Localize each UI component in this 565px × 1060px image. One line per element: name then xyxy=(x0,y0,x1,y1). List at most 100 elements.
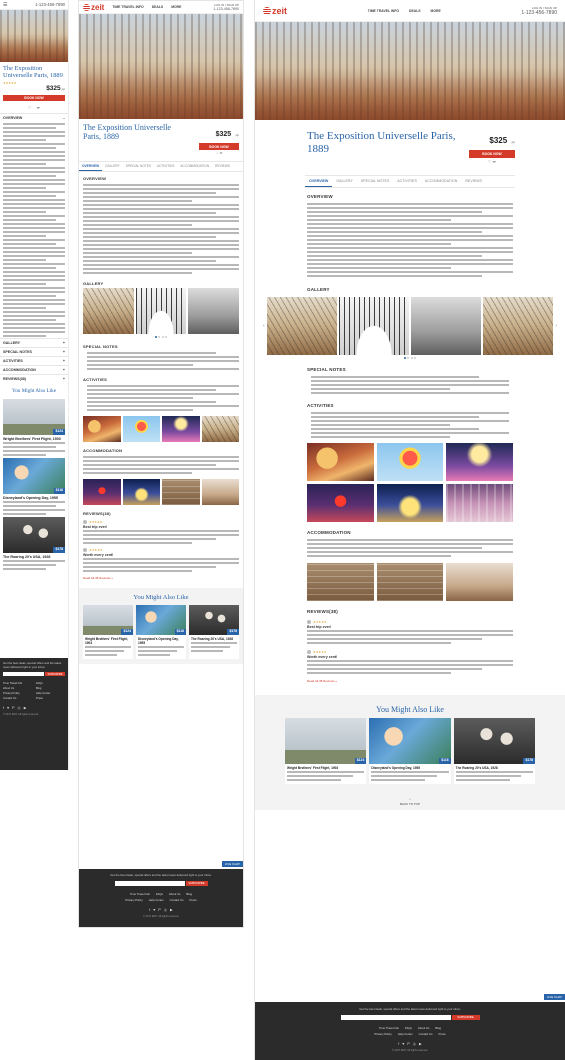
accordion-activities[interactable]: ACTIVITIES + xyxy=(0,355,68,365)
heart-icon[interactable]: ♥ xyxy=(7,706,9,710)
gallery-carousel[interactable] xyxy=(79,288,243,334)
zeit-logo[interactable]: zeit xyxy=(263,6,287,16)
footer-link[interactable]: Contact Us xyxy=(3,697,32,700)
nav-time-travel-info[interactable]: TIME TRAVEL INFO xyxy=(112,5,143,9)
youtube-icon[interactable]: ▶ xyxy=(419,1042,422,1046)
read-all-reviews-link[interactable]: Read All 38 Reviews » xyxy=(307,677,513,685)
gallery-image[interactable] xyxy=(266,297,337,355)
subscribe-button[interactable]: SUBSCRIBE xyxy=(185,880,208,886)
suggestion-card[interactable]: $116 Disneyland's Opening Day, 1955 xyxy=(369,718,451,784)
suggestion-card[interactable]: $178 The Roaring 20's USA, 1928 xyxy=(453,718,535,784)
book-now-button[interactable]: BOOK NOW xyxy=(3,94,65,101)
heart-icon[interactable]: ♡ xyxy=(28,105,32,110)
footer-link[interactable]: Blog xyxy=(186,892,192,896)
facebook-icon[interactable]: f xyxy=(398,1042,399,1046)
youtube-icon[interactable]: ▶ xyxy=(170,908,173,912)
email-field[interactable] xyxy=(114,880,185,886)
suggestion-card[interactable]: $178 The Roaring 20's USA, 1928 xyxy=(3,516,65,570)
suggestion-card[interactable]: $178 The Roaring 20's USA, 1928 xyxy=(189,605,239,659)
read-all-reviews-link[interactable]: Read All 38 Reviews » xyxy=(79,574,243,582)
footer-link[interactable]: Help Center xyxy=(36,692,65,695)
suggestion-card[interactable]: $124 Wright Brothers' First Flight, 1903 xyxy=(3,398,65,456)
activity-image[interactable] xyxy=(307,484,374,522)
tab-accommodation[interactable]: ACCOMMODATION xyxy=(421,176,461,187)
suggestion-card[interactable]: $124 Wright Brothers' First Flight, 1903 xyxy=(285,718,367,784)
footer-link[interactable]: Press xyxy=(36,697,65,700)
accommodation-image[interactable] xyxy=(307,563,374,601)
tab-reviews[interactable]: REVIEWS xyxy=(212,162,233,171)
gallery-image[interactable] xyxy=(83,288,134,334)
footer-link[interactable]: Press xyxy=(439,1032,446,1036)
facebook-icon[interactable]: f xyxy=(149,908,150,912)
back-to-top-link[interactable]: ⌃ BACK TO TOP xyxy=(255,792,565,810)
tab-activities[interactable]: ACTIVITIES xyxy=(154,162,177,171)
tab-accommodation[interactable]: ACCOMMODATION xyxy=(177,162,212,171)
footer-link[interactable]: Privacy Policy xyxy=(3,692,32,695)
gallery-image[interactable] xyxy=(338,297,410,355)
accordion-special-notes[interactable]: SPECIAL NOTES + xyxy=(0,346,68,356)
footer-link[interactable]: About Us xyxy=(169,892,181,896)
footer-link[interactable]: Time Travel Info xyxy=(379,1026,399,1030)
email-field[interactable] xyxy=(340,1014,451,1020)
nav-more[interactable]: MORE xyxy=(171,5,181,9)
footer-link[interactable]: Help Center xyxy=(398,1032,413,1036)
live-chat-button[interactable]: LIVE CHAT xyxy=(543,994,565,1000)
footer-link[interactable]: Help Center xyxy=(149,898,164,902)
phone-number[interactable]: 1-123-456-7890 xyxy=(521,10,557,16)
share-icon[interactable]: ➦ xyxy=(220,151,223,155)
tab-reviews[interactable]: REVIEWS xyxy=(461,176,486,187)
footer-link[interactable]: Contact Us xyxy=(170,898,184,902)
nav-deals[interactable]: DEALS xyxy=(409,9,421,13)
phone-number[interactable]: 1-123-456-7890 xyxy=(213,7,239,11)
accommodation-image[interactable] xyxy=(446,563,513,601)
pinterest-icon[interactable]: P xyxy=(158,908,160,912)
footer-link[interactable]: Blog xyxy=(435,1026,441,1030)
accommodation-image[interactable] xyxy=(122,479,160,505)
email-field[interactable] xyxy=(3,672,44,677)
gallery-image[interactable] xyxy=(411,297,482,355)
pinterest-icon[interactable]: P xyxy=(407,1042,409,1046)
tab-gallery[interactable]: GALLERY xyxy=(102,162,123,171)
suggestion-card[interactable]: $116 Disneyland's Opening Day, 1955 xyxy=(3,457,65,515)
share-icon[interactable]: ➦ xyxy=(37,105,40,110)
heart-icon[interactable]: ♡ xyxy=(488,159,492,164)
book-now-button[interactable]: BOOK NOW xyxy=(199,143,239,150)
activity-image[interactable] xyxy=(83,416,121,442)
accommodation-image[interactable] xyxy=(376,563,444,601)
activity-image[interactable] xyxy=(122,416,160,442)
pinterest-icon[interactable]: P xyxy=(12,706,14,710)
footer-link[interactable]: Privacy Policy xyxy=(125,898,142,902)
footer-link[interactable]: FAQs xyxy=(156,892,163,896)
activity-image[interactable] xyxy=(307,443,374,481)
accordion-accommodation[interactable]: ACCOMMODATION + xyxy=(0,364,68,374)
menu-icon[interactable]: ☰ xyxy=(3,2,7,8)
live-chat-button[interactable]: LIVE CHAT xyxy=(221,861,243,867)
suggestion-card[interactable]: $124 Wright Brothers' First Flight, 1903 xyxy=(83,605,133,659)
book-now-button[interactable]: BOOK NOW xyxy=(469,150,515,158)
tab-special-notes[interactable]: SPECIAL NOTES xyxy=(357,176,393,187)
nav-deals[interactable]: DEALS xyxy=(152,5,164,9)
footer-link[interactable]: Blog xyxy=(36,687,65,690)
youtube-icon[interactable]: ▶ xyxy=(24,706,27,710)
footer-link[interactable]: FAQs xyxy=(36,682,65,685)
tab-overview[interactable]: OVERVIEW xyxy=(305,176,333,187)
activity-image[interactable] xyxy=(446,484,513,522)
activity-image[interactable] xyxy=(376,443,444,481)
phone-number[interactable]: 1-123-456-7890 xyxy=(35,2,65,7)
nav-time-travel-info[interactable]: TIME TRAVEL INFO xyxy=(368,9,399,13)
suggestion-card[interactable]: $116 Disneyland's Opening Day, 1955 xyxy=(136,605,186,659)
footer-link[interactable]: About Us xyxy=(3,687,32,690)
tab-overview[interactable]: OVERVIEW xyxy=(79,162,103,171)
activity-image[interactable] xyxy=(162,416,200,442)
accordion-gallery[interactable]: GALLERY + xyxy=(0,337,68,347)
zeit-logo[interactable]: zeit xyxy=(83,3,104,12)
tab-gallery[interactable]: GALLERY xyxy=(332,176,357,187)
footer-link[interactable]: Press xyxy=(190,898,197,902)
instagram-icon[interactable]: ◎ xyxy=(413,1042,416,1046)
accommodation-image[interactable] xyxy=(162,479,200,505)
accordion-overview[interactable]: OVERVIEW – xyxy=(0,112,68,122)
activity-image[interactable] xyxy=(201,416,239,442)
heart-icon[interactable]: ♡ xyxy=(215,151,218,155)
gallery-image[interactable] xyxy=(188,288,240,334)
activity-image[interactable] xyxy=(446,443,513,481)
